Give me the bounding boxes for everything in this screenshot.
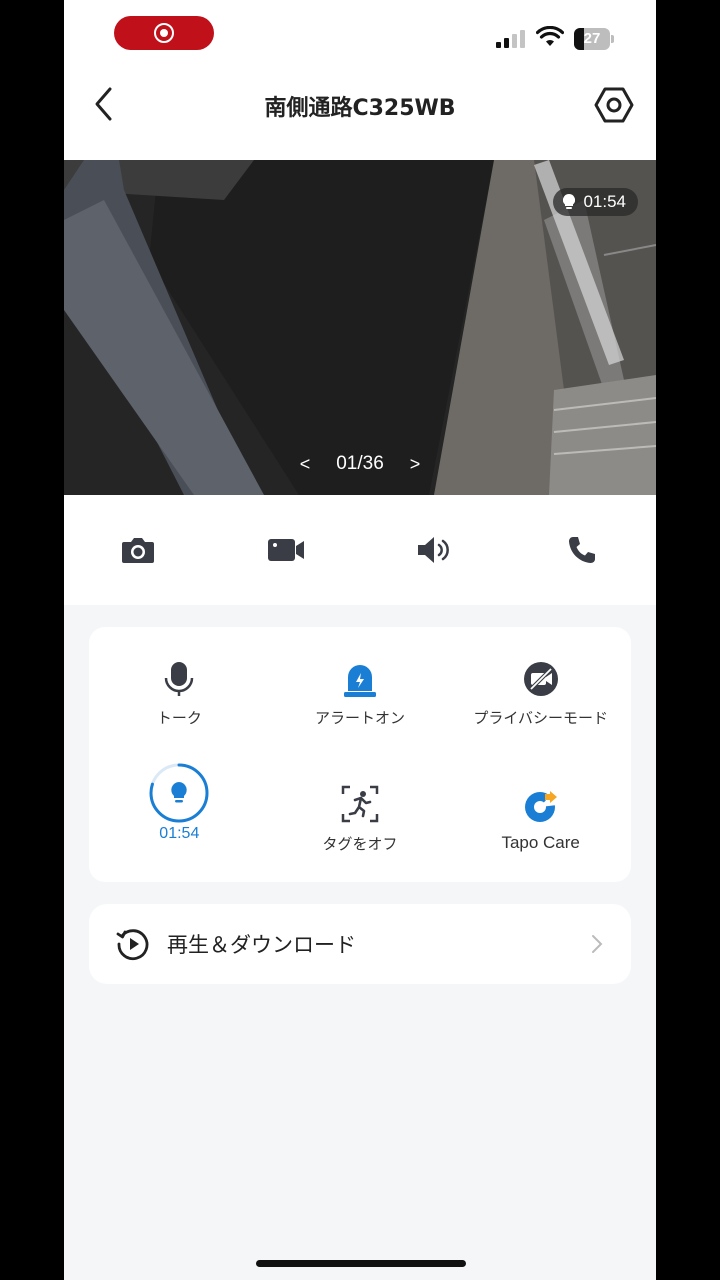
status-bar: 27 xyxy=(64,0,656,70)
playback-history-icon xyxy=(116,929,149,961)
previous-clip-button[interactable]: < xyxy=(300,454,311,475)
privacy-mode-label: プライバシーモード xyxy=(473,709,609,727)
controls-card: トーク アラートオン プライバシーモード 01:54 タグをオフ Tapo Ca… xyxy=(89,627,631,882)
light-timer-ring xyxy=(149,763,209,823)
home-indicator[interactable] xyxy=(256,1260,466,1267)
battery-level: 27 xyxy=(583,30,601,47)
light-timer-badge: 01:54 xyxy=(553,188,638,216)
light-timer-label: 01:54 xyxy=(159,825,200,842)
chevron-right-icon xyxy=(592,935,603,953)
screen-recording-indicator[interactable] xyxy=(114,16,214,50)
phone-icon xyxy=(569,537,595,563)
clip-counter: 01/36 xyxy=(336,453,384,474)
lightbulb-icon xyxy=(171,782,188,803)
audio-button[interactable] xyxy=(360,495,508,605)
spotlight-button[interactable]: 01:54 xyxy=(89,755,270,882)
privacy-mode-button[interactable]: プライバシーモード xyxy=(450,627,631,755)
tag-toggle-label: タグをオフ xyxy=(322,835,398,853)
lightbulb-icon xyxy=(563,194,576,209)
camera-live-view[interactable]: 01:54 < 01/36 > xyxy=(64,160,656,495)
record-video-button[interactable] xyxy=(212,495,360,605)
video-camera-icon xyxy=(268,539,304,561)
battery-icon: 27 xyxy=(574,28,614,50)
tapo-care-button[interactable]: Tapo Care xyxy=(450,755,631,882)
tapo-care-label: Tapo Care xyxy=(501,833,580,852)
next-clip-button[interactable]: > xyxy=(410,454,421,475)
page-title: 南側通路C325WB xyxy=(264,96,456,121)
header: 南側通路C325WB xyxy=(64,70,656,160)
timer-text: 01:54 xyxy=(583,192,626,211)
call-button[interactable] xyxy=(508,495,656,605)
alarm-siren-icon xyxy=(343,665,376,697)
tapo-care-icon xyxy=(524,791,557,822)
tag-toggle-button[interactable]: タグをオフ xyxy=(270,755,451,882)
record-icon xyxy=(154,23,174,43)
snapshot-button[interactable] xyxy=(64,495,212,605)
cellular-signal-icon xyxy=(496,30,525,48)
settings-icon[interactable] xyxy=(594,85,634,125)
talk-label: トーク xyxy=(156,709,202,727)
playback-download-label: 再生＆ダウンロード xyxy=(167,933,356,957)
playback-download-row[interactable]: 再生＆ダウンロード xyxy=(89,904,631,984)
camera-icon xyxy=(122,538,154,563)
alarm-label: アラートオン xyxy=(314,709,405,727)
privacy-camera-off-icon xyxy=(523,662,558,696)
clip-pager: < 01/36 > xyxy=(64,453,656,475)
alarm-button[interactable]: アラートオン xyxy=(270,627,451,755)
speaker-icon xyxy=(418,537,449,563)
motion-tracking-icon xyxy=(341,785,379,823)
phone-screen: 27 南側通路C325WB 01:54 < 01/36 > トーク アラートオン… xyxy=(64,0,656,1280)
quick-action-toolbar xyxy=(64,495,656,605)
talk-button[interactable]: トーク xyxy=(89,627,270,755)
microphone-icon xyxy=(165,662,194,696)
wifi-icon xyxy=(536,26,564,46)
